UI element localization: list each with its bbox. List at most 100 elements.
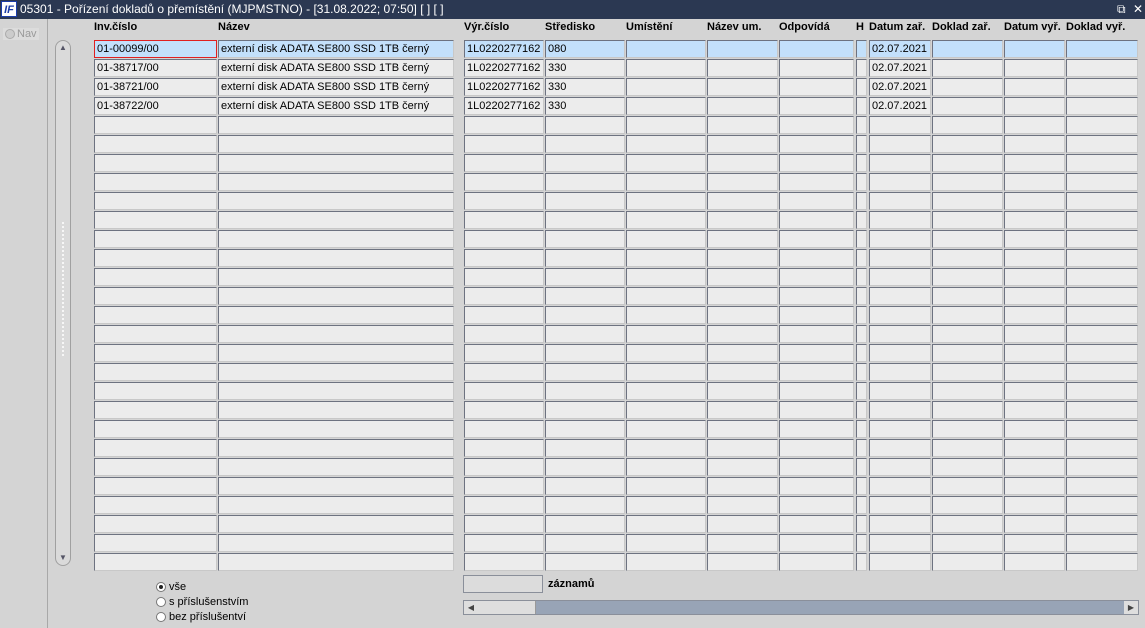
cell-datum-zar[interactable] [869,154,931,172]
cell-doklad-vyr[interactable] [1066,78,1138,96]
cell-umisteni[interactable] [626,78,706,96]
cell-stredisko[interactable] [545,553,625,571]
cell-vyr-cislo[interactable] [464,363,544,381]
cell-datum-zar[interactable] [869,268,931,286]
cell-odpovida[interactable] [779,439,854,457]
cell-nazev[interactable] [218,534,454,552]
scroll-thumb-grip[interactable] [61,221,65,356]
cell-odpovida[interactable] [779,515,854,533]
cell-stredisko[interactable] [545,458,625,476]
cell-datum-vyr[interactable] [1004,287,1065,305]
cell-datum-zar[interactable] [869,249,931,267]
cell-datum-vyr[interactable] [1004,249,1065,267]
cell-nazev-um[interactable] [707,496,778,514]
cell-h[interactable] [856,211,867,229]
scroll-right-button[interactable]: ▶ [1124,601,1138,614]
cell-datum-zar[interactable] [869,534,931,552]
cell-nazev[interactable] [218,287,454,305]
cell-nazev-um[interactable] [707,268,778,286]
cell-datum-zar[interactable] [869,477,931,495]
cell-doklad-zar[interactable] [932,211,1003,229]
cell-doklad-zar[interactable] [932,154,1003,172]
cell-nazev[interactable] [218,515,454,533]
cell-doklad-vyr[interactable] [1066,401,1138,419]
cell-datum-zar[interactable]: 02.07.2021 [869,97,931,115]
cell-nazev-um[interactable] [707,325,778,343]
cell-stredisko[interactable] [545,534,625,552]
cell-umisteni[interactable] [626,344,706,362]
cell-h[interactable] [856,268,867,286]
cell-h[interactable] [856,553,867,571]
cell-doklad-vyr[interactable] [1066,192,1138,210]
cell-doklad-zar[interactable] [932,306,1003,324]
cell-h[interactable] [856,173,867,191]
cell-nazev-um[interactable] [707,534,778,552]
cell-h[interactable] [856,116,867,134]
nav-radio[interactable]: Nav [3,28,39,40]
cell-inv-cislo[interactable] [94,496,217,514]
cell-vyr-cislo[interactable] [464,344,544,362]
cell-doklad-vyr[interactable] [1066,363,1138,381]
cell-odpovida[interactable] [779,287,854,305]
cell-h[interactable] [856,192,867,210]
cell-inv-cislo[interactable] [94,135,217,153]
cell-datum-zar[interactable] [869,192,931,210]
cell-odpovida[interactable] [779,135,854,153]
cell-doklad-vyr[interactable] [1066,230,1138,248]
cell-odpovida[interactable] [779,306,854,324]
cell-datum-zar[interactable] [869,458,931,476]
cell-umisteni[interactable] [626,192,706,210]
scroll-left-button[interactable]: ◀ [464,601,478,614]
cell-nazev[interactable] [218,211,454,229]
cell-vyr-cislo[interactable] [464,553,544,571]
cell-stredisko[interactable] [545,116,625,134]
cell-doklad-zar[interactable] [932,439,1003,457]
cell-umisteni[interactable] [626,439,706,457]
cell-odpovida[interactable] [779,192,854,210]
cell-stredisko[interactable] [545,325,625,343]
cell-h[interactable] [856,496,867,514]
cell-doklad-vyr[interactable] [1066,458,1138,476]
cell-stredisko[interactable] [545,211,625,229]
cell-nazev-um[interactable] [707,306,778,324]
cell-doklad-vyr[interactable] [1066,287,1138,305]
cell-datum-zar[interactable] [869,306,931,324]
cell-inv-cislo[interactable] [94,534,217,552]
cell-doklad-zar[interactable] [932,534,1003,552]
cell-doklad-vyr[interactable] [1066,306,1138,324]
cell-datum-vyr[interactable] [1004,306,1065,324]
cell-vyr-cislo[interactable] [464,420,544,438]
cell-umisteni[interactable] [626,477,706,495]
cell-datum-zar[interactable] [869,173,931,191]
cell-stredisko[interactable] [545,230,625,248]
cell-vyr-cislo[interactable] [464,135,544,153]
cell-nazev-um[interactable] [707,382,778,400]
cell-vyr-cislo[interactable] [464,401,544,419]
cell-stredisko[interactable]: 330 [545,97,625,115]
cell-h[interactable] [856,249,867,267]
cell-datum-vyr[interactable] [1004,192,1065,210]
cell-h[interactable] [856,306,867,324]
cell-inv-cislo[interactable]: 01-38722/00 [94,97,217,115]
cell-doklad-zar[interactable] [932,287,1003,305]
cell-datum-zar[interactable] [869,363,931,381]
cell-odpovida[interactable] [779,40,854,58]
cell-doklad-vyr[interactable] [1066,154,1138,172]
cell-odpovida[interactable] [779,401,854,419]
cell-nazev[interactable] [218,420,454,438]
cell-vyr-cislo[interactable] [464,477,544,495]
cell-datum-vyr[interactable] [1004,477,1065,495]
cell-nazev-um[interactable] [707,363,778,381]
cell-nazev[interactable] [218,249,454,267]
cell-umisteni[interactable] [626,325,706,343]
cell-vyr-cislo[interactable]: 1L0220277162 [464,97,544,115]
cell-nazev[interactable] [218,553,454,571]
cell-h[interactable] [856,154,867,172]
scroll-up-button[interactable]: ▲ [56,41,70,55]
cell-datum-vyr[interactable] [1004,268,1065,286]
cell-doklad-zar[interactable] [932,116,1003,134]
cell-datum-zar[interactable] [869,325,931,343]
cell-datum-vyr[interactable] [1004,401,1065,419]
cell-doklad-zar[interactable] [932,363,1003,381]
cell-inv-cislo[interactable] [94,325,217,343]
